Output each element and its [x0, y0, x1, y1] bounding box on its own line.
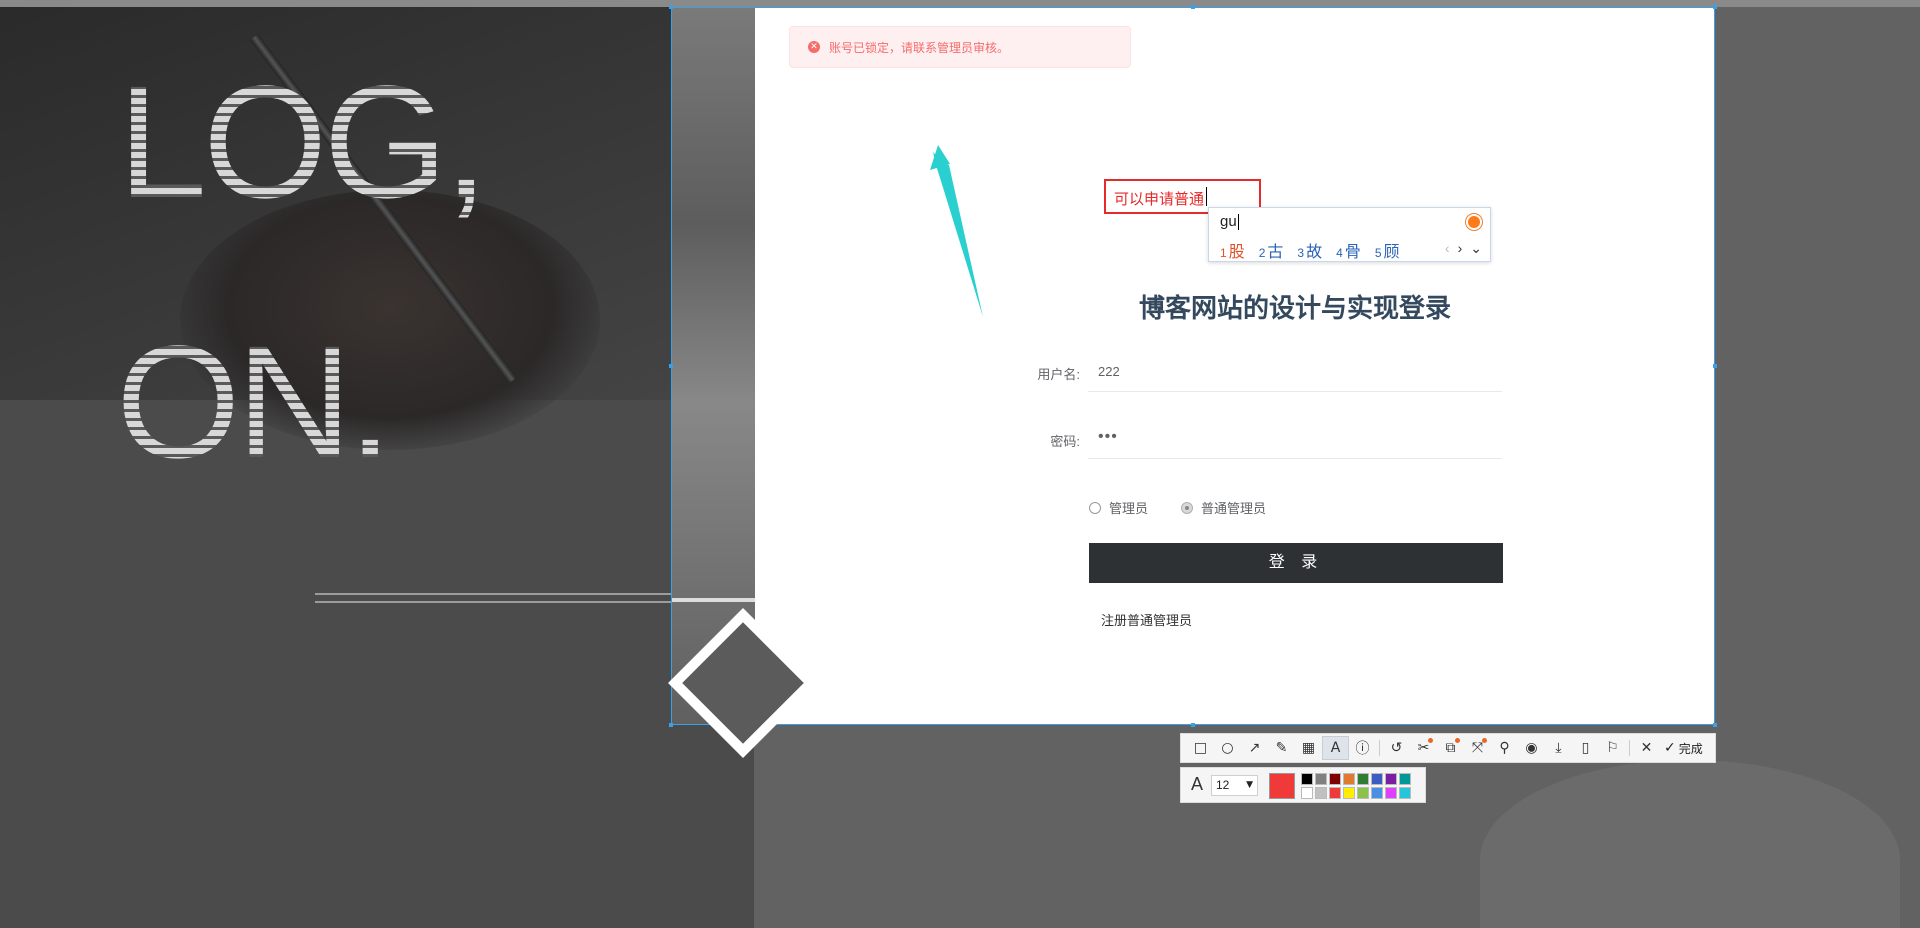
- font-size-select[interactable]: 12 ▼: [1211, 775, 1258, 796]
- ime-candidate[interactable]: 3故: [1297, 238, 1322, 262]
- record-icon[interactable]: ◉: [1518, 736, 1545, 760]
- resize-handle[interactable]: [669, 364, 673, 368]
- ime-candidate[interactable]: 5顾: [1375, 238, 1400, 262]
- text-caret: [1206, 187, 1207, 206]
- radio-circle[interactable]: [1089, 501, 1101, 514]
- username-input[interactable]: 222: [1088, 352, 1502, 392]
- resize-handle[interactable]: [669, 723, 673, 727]
- font-icon: A: [1191, 774, 1204, 794]
- password-value: •••: [1098, 428, 1118, 445]
- number-icon[interactable]: ⓘ: [1349, 736, 1376, 760]
- color-swatch[interactable]: [1329, 787, 1341, 799]
- color-swatch[interactable]: [1357, 773, 1369, 785]
- text-options-bar: A 12 ▼: [1180, 767, 1426, 803]
- color-swatch[interactable]: [1399, 787, 1411, 799]
- ime-logo-icon[interactable]: [1466, 214, 1482, 230]
- color-swatch[interactable]: [1385, 773, 1397, 785]
- resize-handle[interactable]: [1713, 5, 1717, 9]
- resize-handle[interactable]: [1191, 723, 1195, 727]
- register-link[interactable]: 注册普通管理员: [1101, 610, 1192, 629]
- close-icon[interactable]: ✕: [1633, 736, 1660, 760]
- login-title: 博客网站的设计与实现登录: [1138, 293, 1451, 323]
- undo-icon[interactable]: ↺: [1383, 736, 1410, 760]
- color-swatch[interactable]: [1315, 787, 1327, 799]
- color-swatch[interactable]: [1371, 787, 1383, 799]
- login-button[interactable]: 登 录: [1089, 543, 1503, 583]
- on-text: ON.: [116, 312, 392, 491]
- username-value: 222: [1098, 364, 1120, 379]
- color-swatch[interactable]: [1301, 773, 1313, 785]
- ime-candidate[interactable]: 1股: [1220, 238, 1245, 262]
- ime-prev-page-icon[interactable]: ‹: [1445, 240, 1450, 257]
- font-size-value: 12: [1216, 778, 1230, 792]
- done-button[interactable]: ✓ 完成: [1664, 740, 1703, 757]
- ime-next-page-icon[interactable]: ›: [1458, 240, 1463, 257]
- done-label: 完成: [1678, 741, 1703, 756]
- password-input[interactable]: •••: [1088, 419, 1502, 459]
- scroll-capture-icon[interactable]: ⤧: [1464, 736, 1491, 760]
- resize-handle[interactable]: [1713, 364, 1717, 368]
- ime-pinyin-input: gu: [1220, 213, 1237, 230]
- arrow-annotation[interactable]: [930, 145, 1010, 325]
- toolbar-separator: [1379, 740, 1380, 756]
- error-alert: ✕ 账号已锁定，请联系管理员审核。: [789, 26, 1131, 68]
- color-swatch[interactable]: [1301, 787, 1313, 799]
- color-palette: [1301, 773, 1411, 799]
- arrow-icon[interactable]: ↗: [1241, 736, 1268, 760]
- log-text: LOG,: [118, 52, 488, 231]
- chevron-down-icon: ▼: [1246, 780, 1253, 790]
- current-color-swatch[interactable]: [1269, 773, 1295, 799]
- ocr-icon[interactable]: ⧉: [1437, 736, 1464, 760]
- toolbar-separator: [1629, 740, 1630, 756]
- color-swatch[interactable]: [1329, 773, 1341, 785]
- top-bar: [0, 0, 1920, 7]
- color-swatch[interactable]: [1357, 787, 1369, 799]
- role-radio-admin[interactable]: 管理员: [1089, 498, 1148, 517]
- check-icon: ✓: [1664, 740, 1676, 756]
- capture-toolbar: □ ○ ↗ ✎ ▦ A ⓘ ↺ ✂ ⧉ ⤧ ⚲ ◉ ⤓ ▯ ⚐ ✕ ✓ 完成: [1180, 733, 1716, 763]
- pen-icon[interactable]: ✎: [1268, 736, 1295, 760]
- download-icon[interactable]: ⤓: [1545, 736, 1572, 760]
- pin-icon[interactable]: ⚲: [1491, 736, 1518, 760]
- ime-expand-icon[interactable]: ⌄: [1470, 240, 1482, 257]
- alert-message: 账号已锁定，请联系管理员审核。: [829, 40, 1010, 55]
- ime-candidate[interactable]: 2古: [1259, 238, 1284, 262]
- rectangle-icon[interactable]: □: [1187, 736, 1214, 760]
- mosaic-icon[interactable]: ▦: [1295, 736, 1322, 760]
- resize-handle[interactable]: [1713, 723, 1717, 727]
- cut-icon[interactable]: ✂: [1410, 736, 1437, 760]
- text-icon[interactable]: A: [1322, 736, 1349, 760]
- bookmark-icon[interactable]: ⚐: [1599, 736, 1626, 760]
- username-label: 用户名:: [1037, 367, 1080, 382]
- annotation-text[interactable]: 可以申请普通: [1114, 188, 1204, 209]
- radio-label: 普通管理员: [1201, 501, 1267, 516]
- color-swatch[interactable]: [1343, 773, 1355, 785]
- ellipse-icon[interactable]: ○: [1214, 736, 1241, 760]
- color-swatch[interactable]: [1399, 773, 1411, 785]
- resize-handle[interactable]: [1191, 5, 1195, 9]
- color-swatch[interactable]: [1315, 773, 1327, 785]
- role-radio-normal-admin[interactable]: 普通管理员: [1181, 498, 1266, 517]
- radio-label: 管理员: [1109, 501, 1149, 516]
- error-circle-icon: ✕: [808, 41, 820, 53]
- color-swatch[interactable]: [1371, 773, 1383, 785]
- phone-icon[interactable]: ▯: [1572, 736, 1599, 760]
- color-swatch[interactable]: [1385, 787, 1397, 799]
- color-swatch[interactable]: [1343, 787, 1355, 799]
- radio-circle-selected[interactable]: [1181, 501, 1193, 514]
- resize-handle[interactable]: [669, 5, 673, 9]
- ime-candidate[interactable]: 4骨: [1336, 238, 1361, 262]
- ime-candidate-window[interactable]: gu 1股 2古 3故 4骨 5顾 ‹ › ⌄: [1208, 207, 1491, 262]
- password-label: 密码:: [1050, 434, 1080, 449]
